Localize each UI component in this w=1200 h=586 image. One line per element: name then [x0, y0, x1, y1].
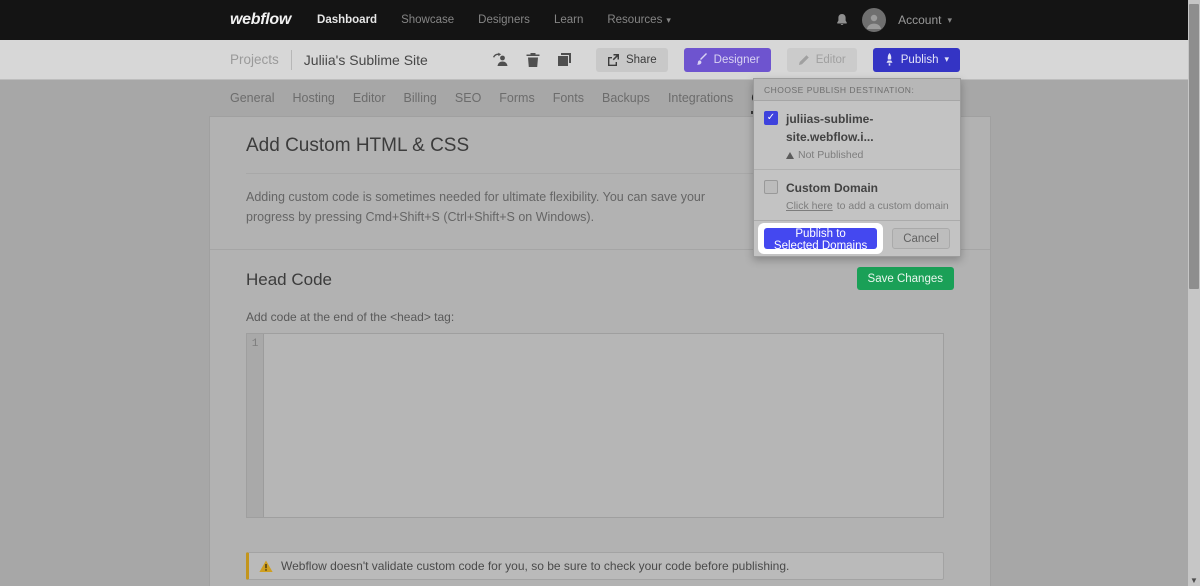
- tab-forms[interactable]: Forms: [499, 91, 534, 114]
- tab-backups[interactable]: Backups: [602, 91, 650, 114]
- divider: [291, 50, 292, 70]
- tab-general[interactable]: General: [230, 91, 274, 114]
- top-nav-right: Account ▾: [834, 0, 952, 40]
- add-custom-domain-link[interactable]: Click here: [786, 200, 833, 212]
- tab-integrations[interactable]: Integrations: [668, 91, 733, 114]
- editor-button-label: Editor: [816, 54, 846, 66]
- nav-item-resources[interactable]: Resources ▾: [607, 14, 671, 26]
- head-code-title: Head Code: [246, 267, 332, 290]
- warning-text: Webflow doesn't validate custom code for…: [281, 559, 789, 573]
- share-button[interactable]: Share: [596, 48, 668, 72]
- editor-button-disabled[interactable]: Editor: [787, 48, 857, 72]
- pencil-icon: [798, 54, 810, 66]
- popover-footer: Publish to Selected Domains Cancel: [754, 220, 960, 256]
- nav-item-designers[interactable]: Designers: [478, 14, 530, 26]
- custom-domain-sub-text: to add a custom domain: [837, 200, 949, 212]
- webflow-domain-name: juliias-sublime-site.webflow.i...: [786, 112, 874, 144]
- domain-status: Not Published: [798, 149, 863, 161]
- page-description: Adding custom code is sometimes needed f…: [246, 187, 751, 227]
- delete-site-trash-icon[interactable]: [522, 49, 544, 71]
- duplicate-site-icon[interactable]: [554, 49, 576, 71]
- settings-tabs: General Hosting Editor Billing SEO Forms…: [230, 84, 828, 114]
- notifications-bell-icon[interactable]: [834, 12, 850, 28]
- publish-button[interactable]: Publish ▾: [873, 48, 960, 72]
- rocket-icon: [884, 53, 895, 66]
- account-menu[interactable]: Account ▾: [898, 13, 952, 27]
- page-scrollbar[interactable]: ▼: [1188, 0, 1200, 586]
- editor-line-numbers: 1: [247, 334, 264, 517]
- custom-domain-checkbox[interactable]: [764, 180, 778, 194]
- webflow-domain-checkbox[interactable]: ✓: [764, 111, 778, 125]
- account-label: Account: [898, 13, 941, 27]
- head-code-editor: 1: [246, 333, 944, 518]
- save-changes-button[interactable]: Save Changes: [857, 267, 954, 290]
- custom-domain-name: Custom Domain: [786, 181, 878, 195]
- avatar[interactable]: [862, 8, 886, 32]
- editor-code-input[interactable]: [264, 334, 943, 517]
- nav-item-showcase[interactable]: Showcase: [401, 14, 454, 26]
- webflow-domain-row: ✓ juliias-sublime-site.webflow.i... Not …: [754, 101, 960, 169]
- designer-button[interactable]: Designer: [684, 48, 771, 72]
- nav-item-resources-label: Resources: [607, 14, 662, 26]
- chevron-down-icon: ▾: [944, 54, 949, 65]
- top-nav: webflow Dashboard Showcase Designers Lea…: [0, 0, 1200, 40]
- transfer-site-icon[interactable]: [490, 49, 512, 71]
- not-published-icon: [786, 152, 794, 159]
- tab-editor[interactable]: Editor: [353, 91, 386, 114]
- paintbrush-icon: [695, 53, 708, 66]
- highlight-ring: Publish to Selected Domains: [758, 223, 883, 254]
- webflow-logo[interactable]: webflow: [230, 11, 291, 29]
- cancel-button[interactable]: Cancel: [892, 228, 950, 249]
- tab-seo[interactable]: SEO: [455, 91, 481, 114]
- share-button-label: Share: [626, 54, 657, 66]
- top-nav-menu: Dashboard Showcase Designers Learn Resou…: [317, 14, 671, 26]
- warning-triangle-icon: [259, 560, 273, 573]
- publish-to-selected-domains-button[interactable]: Publish to Selected Domains: [764, 228, 877, 249]
- scrollbar-thumb[interactable]: [1189, 4, 1199, 289]
- breadcrumb-projects[interactable]: Projects: [230, 52, 279, 67]
- warning-banner: Webflow doesn't validate custom code for…: [246, 552, 944, 580]
- nav-item-dashboard[interactable]: Dashboard: [317, 14, 377, 26]
- nav-item-learn[interactable]: Learn: [554, 14, 583, 26]
- site-header-bar: Projects Juliia's Sublime Site Share Des…: [0, 40, 1188, 80]
- tab-hosting[interactable]: Hosting: [292, 91, 334, 114]
- webflow-site-settings-page: webflow Dashboard Showcase Designers Lea…: [0, 0, 1200, 586]
- publish-button-label: Publish: [901, 54, 939, 66]
- chevron-down-icon: ▾: [947, 15, 952, 26]
- tab-billing[interactable]: Billing: [404, 91, 437, 114]
- header-actions: Share Designer Editor Publish ▾: [490, 48, 960, 72]
- head-code-label: Add code at the end of the <head> tag:: [246, 310, 954, 324]
- publish-destination-popover: CHOOSE PUBLISH DESTINATION: ✓ juliias-su…: [753, 78, 961, 257]
- popover-header: CHOOSE PUBLISH DESTINATION:: [754, 79, 960, 101]
- tab-fonts[interactable]: Fonts: [553, 91, 584, 114]
- custom-domain-row: Custom Domain Click here to add a custom…: [754, 169, 960, 220]
- scrollbar-down-arrow[interactable]: ▼: [1188, 576, 1200, 585]
- designer-button-label: Designer: [714, 54, 760, 66]
- site-title: Juliia's Sublime Site: [304, 52, 428, 68]
- share-icon: [607, 53, 620, 66]
- chevron-down-icon: ▾: [666, 15, 671, 26]
